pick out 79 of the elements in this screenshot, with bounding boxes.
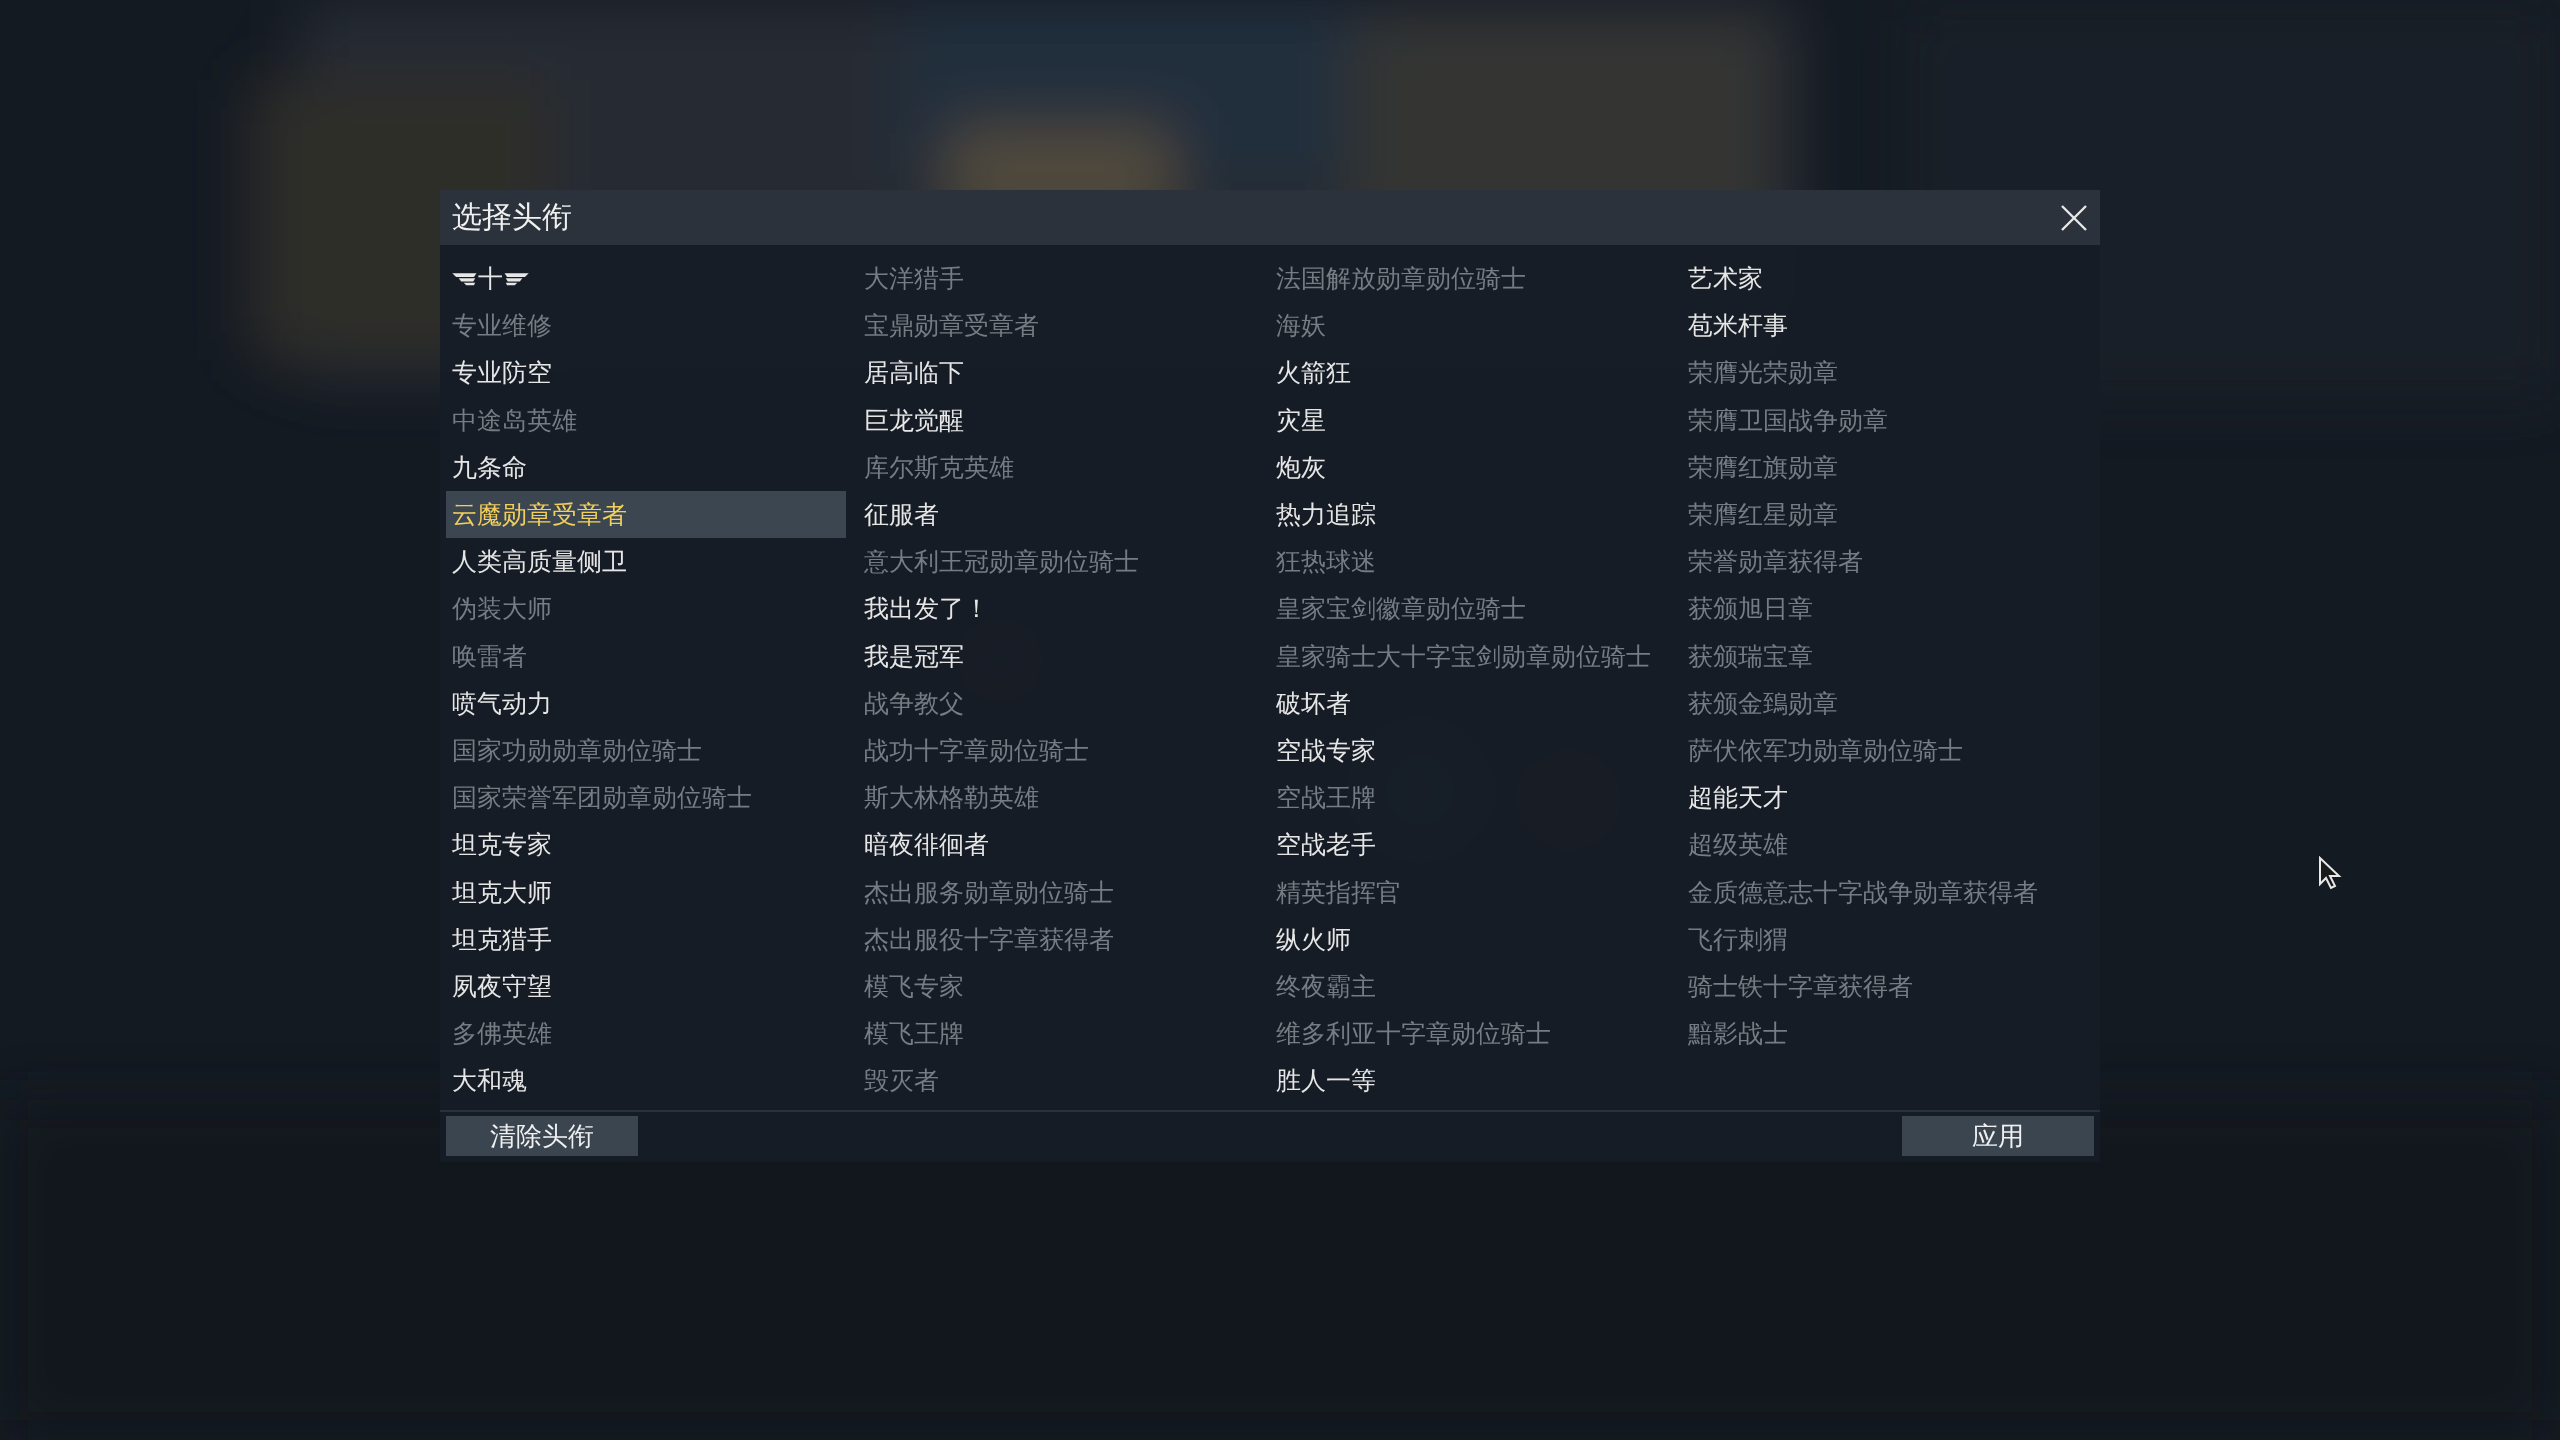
- close-icon: [2060, 203, 2088, 232]
- title-option[interactable]: 狂热球迷: [1270, 538, 1670, 586]
- title-option[interactable]: 飞行刺猬: [1682, 915, 2082, 963]
- title-option[interactable]: 获颁瑞宝章: [1682, 632, 2082, 680]
- title-option[interactable]: 荣膺红旗勋章: [1682, 443, 2082, 491]
- title-option[interactable]: 居高临下: [858, 349, 1258, 397]
- title-option[interactable]: 维多利亚十字章勋位骑士: [1270, 1010, 1670, 1058]
- wing-icon: [452, 271, 478, 286]
- title-option[interactable]: 炮灰: [1270, 443, 1670, 491]
- title-option[interactable]: 海妖: [1270, 302, 1670, 350]
- title-option[interactable]: 超能天才: [1682, 774, 2082, 822]
- title-option[interactable]: 战功十字章勋位骑士: [858, 726, 1258, 775]
- title-option[interactable]: 中途岛英雄: [446, 396, 846, 444]
- title-option[interactable]: 精英指挥官: [1270, 868, 1670, 916]
- title-option[interactable]: 模飞王牌: [858, 1010, 1258, 1058]
- title-option[interactable]: 暗夜徘徊者: [858, 821, 1258, 869]
- title-option[interactable]: 荣膺卫国战争勋章: [1682, 396, 2082, 444]
- title-option[interactable]: 荣膺红星勋章: [1682, 490, 2082, 539]
- title-option[interactable]: 战争教父: [858, 679, 1258, 727]
- pointer-icon: [2318, 856, 2342, 890]
- title-option[interactable]: 大洋猎手: [858, 255, 1258, 303]
- title-option[interactable]: 九条命: [446, 443, 846, 491]
- title-option[interactable]: 萨伏依军功勋章勋位骑士: [1682, 726, 2082, 775]
- title-option[interactable]: 骑士铁十字章获得者: [1682, 962, 2082, 1010]
- title-option[interactable]: 大和魂: [446, 1057, 846, 1105]
- title-option[interactable]: 国家荣誉军团勋章勋位骑士: [446, 774, 846, 822]
- title-option[interactable]: 纵火师: [1270, 915, 1670, 963]
- title-option[interactable]: 坦克猎手: [446, 915, 846, 963]
- title-option[interactable]: 皇家骑士大十字宝剑勋章勋位骑士: [1270, 632, 1670, 680]
- title-option[interactable]: 我出发了！: [858, 585, 1258, 633]
- title-option[interactable]: 多佛英雄: [446, 1010, 846, 1058]
- title-option[interactable]: 苞米杆事: [1682, 302, 2082, 350]
- title-option[interactable]: 十: [446, 255, 846, 303]
- title-option[interactable]: 伪装大师: [446, 585, 846, 633]
- title-option[interactable]: 荣誉勋章获得者: [1682, 538, 2082, 586]
- wing-icon: [503, 271, 529, 286]
- title-option[interactable]: 超级英雄: [1682, 821, 2082, 869]
- title-option[interactable]: 空战王牌: [1270, 774, 1670, 822]
- title-option[interactable]: 意大利王冠勋章勋位骑士: [858, 538, 1258, 586]
- title-option[interactable]: 法国解放勋章勋位骑士: [1270, 255, 1670, 303]
- title-option[interactable]: 破坏者: [1270, 679, 1670, 727]
- title-option[interactable]: 巨龙觉醒: [858, 396, 1258, 444]
- title-option[interactable]: 国家功勋勋章勋位骑士: [446, 726, 846, 775]
- title-option[interactable]: 黯影战士: [1682, 1010, 2082, 1058]
- title-option[interactable]: 热力追踪: [1270, 490, 1670, 539]
- title-option[interactable]: 杰出服役十字章获得者: [858, 915, 1258, 963]
- title-option[interactable]: 宝鼎勋章受章者: [858, 302, 1258, 350]
- title-option[interactable]: 喷气动力: [446, 679, 846, 727]
- title-option[interactable]: 毁灭者: [858, 1057, 1258, 1105]
- title-option[interactable]: 库尔斯克英雄: [858, 443, 1258, 491]
- title-option[interactable]: 荣膺光荣勋章: [1682, 349, 2082, 397]
- title-option[interactable]: 专业防空: [446, 349, 846, 397]
- title-option[interactable]: 专业维修: [446, 302, 846, 350]
- title-option[interactable]: 坦克大师: [446, 868, 846, 916]
- title-option[interactable]: 获颁旭日章: [1682, 585, 2082, 633]
- title-option[interactable]: 征服者: [858, 490, 1258, 539]
- title-option[interactable]: 模飞专家: [858, 962, 1258, 1010]
- title-option[interactable]: 空战老手: [1270, 821, 1670, 869]
- apply-button[interactable]: 应用: [1902, 1116, 2094, 1157]
- title-option[interactable]: 唤雷者: [446, 632, 846, 680]
- title-option[interactable]: 斯大林格勒英雄: [858, 774, 1258, 822]
- title-option[interactable]: 坦克专家: [446, 821, 846, 869]
- title-option[interactable]: 终夜霸主: [1270, 962, 1670, 1010]
- title-option[interactable]: 人类高质量侧卫: [446, 538, 846, 586]
- title-option[interactable]: 胜人一等: [1270, 1057, 1670, 1105]
- title-option[interactable]: 灾星: [1270, 396, 1670, 444]
- title-option[interactable]: 金质德意志十字战争勋章获得者: [1682, 868, 2082, 916]
- title-option[interactable]: 火箭狂: [1270, 349, 1670, 397]
- title-option[interactable]: 夙夜守望: [446, 962, 846, 1010]
- close-button[interactable]: [2060, 203, 2088, 232]
- title-option[interactable]: 我是冠军: [858, 632, 1258, 680]
- title-option[interactable]: 空战专家: [1270, 726, 1670, 775]
- title-option[interactable]: 艺术家: [1682, 255, 2082, 303]
- title-option[interactable]: 杰出服务勋章勋位骑士: [858, 868, 1258, 916]
- clear-title-button[interactable]: 清除头衔: [446, 1116, 638, 1157]
- dialog-title: 选择头衔: [452, 198, 572, 236]
- title-option[interactable]: 获颁金鵄勋章: [1682, 679, 2082, 727]
- title-option[interactable]: 皇家宝剑徽章勋位骑士: [1270, 585, 1670, 633]
- title-option[interactable]: 云魔勋章受章者: [446, 490, 846, 539]
